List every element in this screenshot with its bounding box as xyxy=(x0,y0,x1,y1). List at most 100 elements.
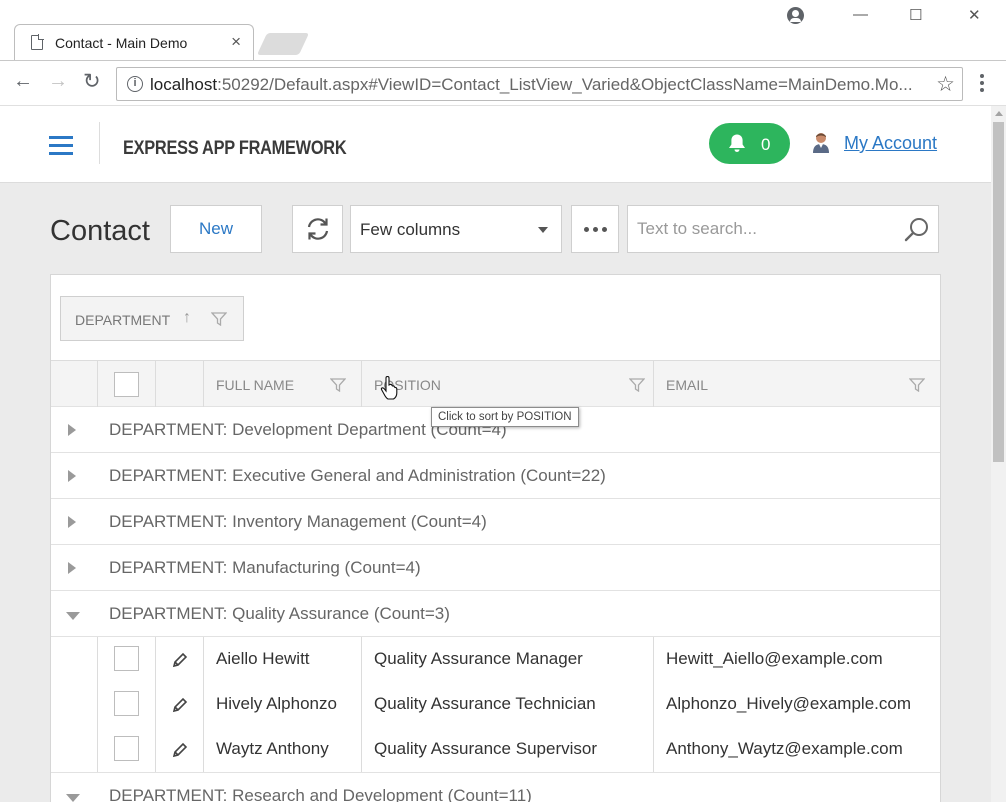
bell-icon xyxy=(729,134,745,152)
table-row[interactable]: Hively Alphonzo Quality Assurance Techni… xyxy=(97,682,940,727)
filter-icon[interactable] xyxy=(909,378,925,392)
my-account-link[interactable]: My Account xyxy=(844,133,937,154)
group-row[interactable]: DEPARTMENT: Quality Assurance (Count=3) xyxy=(51,591,940,637)
group-row-text: DEPARTMENT: Manufacturing (Count=4) xyxy=(109,558,421,577)
chevron-down-icon xyxy=(538,227,548,233)
search-input[interactable] xyxy=(628,206,898,252)
address-bar[interactable]: i localhost:50292/Default.aspx#ViewID=Co… xyxy=(116,67,963,101)
group-panel: DEPARTMENT ↑ xyxy=(51,275,940,361)
sort-ascending-icon: ↑ xyxy=(183,309,191,326)
select-all-cell xyxy=(97,361,155,407)
cell-full-name: Hively Alphonzo xyxy=(203,682,361,727)
app-header: EXPRESS APP FRAMEWORK 0 My Account xyxy=(0,106,991,183)
group-row[interactable]: DEPARTMENT: Inventory Management (Count=… xyxy=(51,499,940,545)
browser-titlebar: Contact - Main Demo × — ☐ ✕ xyxy=(0,0,1006,60)
notifications-count: 0 xyxy=(761,135,771,154)
back-button[interactable]: ← xyxy=(13,70,33,93)
maximize-button[interactable]: ☐ xyxy=(909,6,922,24)
row-select-cell xyxy=(97,637,155,682)
cell-text: Alphonzo_Hively@example.com xyxy=(666,694,911,713)
filter-icon[interactable] xyxy=(330,378,346,392)
new-button[interactable]: New xyxy=(170,205,262,253)
expand-arrow-icon[interactable] xyxy=(68,562,76,574)
filter-icon[interactable] xyxy=(211,312,227,326)
cell-email: Anthony_Waytz@example.com xyxy=(653,727,940,772)
row-checkbox[interactable] xyxy=(114,691,139,716)
cell-text: Quality Assurance Technician xyxy=(374,694,596,713)
expand-arrow-icon[interactable] xyxy=(68,424,76,436)
column-header-position[interactable]: POSITION xyxy=(361,361,653,407)
browser-toolbar: ← → ↻ i localhost:50292/Default.aspx#Vie… xyxy=(0,60,1006,106)
more-actions-button[interactable] xyxy=(571,205,619,253)
group-row[interactable]: DEPARTMENT: Executive General and Admini… xyxy=(51,453,940,499)
column-header-email[interactable]: EMAIL xyxy=(653,361,940,407)
hamburger-menu-icon[interactable] xyxy=(49,136,73,160)
forward-button[interactable]: → xyxy=(48,70,68,93)
user-avatar-icon xyxy=(813,133,829,153)
page-icon xyxy=(31,34,44,50)
row-select-cell xyxy=(97,682,155,727)
cell-position: Quality Assurance Supervisor xyxy=(361,727,653,772)
expand-arrow-icon[interactable] xyxy=(68,470,76,482)
header-divider xyxy=(99,122,100,164)
sort-tooltip: Click to sort by POSITION xyxy=(431,407,579,427)
tab-close-icon[interactable]: × xyxy=(231,32,241,52)
scroll-up-arrow[interactable] xyxy=(995,111,1003,116)
tab-title: Contact - Main Demo xyxy=(55,35,188,51)
minimize-button[interactable]: — xyxy=(853,6,868,23)
table-row[interactable]: Aiello Hewitt Quality Assurance Manager … xyxy=(97,637,940,682)
pencil-icon[interactable] xyxy=(172,652,188,668)
search-icon[interactable] xyxy=(904,217,930,243)
browser-menu-icon[interactable] xyxy=(980,74,984,95)
close-window-button[interactable]: ✕ xyxy=(968,6,981,24)
row-checkbox[interactable] xyxy=(114,736,139,761)
app-viewport: EXPRESS APP FRAMEWORK 0 My Account Conta… xyxy=(0,106,991,802)
cell-position: Quality Assurance Technician xyxy=(361,682,653,727)
column-header-label: EMAIL xyxy=(666,377,709,393)
notifications-button[interactable]: 0 xyxy=(709,123,790,164)
row-checkbox[interactable] xyxy=(114,646,139,671)
cell-text: Anthony_Waytz@example.com xyxy=(666,739,903,758)
group-row-text: DEPARTMENT: Quality Assurance (Count=3) xyxy=(109,604,450,623)
refresh-button[interactable] xyxy=(292,205,343,253)
table-row[interactable]: Waytz Anthony Quality Assurance Supervis… xyxy=(97,727,940,772)
cell-position: Quality Assurance Manager xyxy=(361,637,653,682)
row-edit-cell xyxy=(155,682,203,727)
group-row-text: DEPARTMENT: Inventory Management (Count=… xyxy=(109,512,487,531)
cell-email: Alphonzo_Hively@example.com xyxy=(653,682,940,727)
app-brand: EXPRESS APP FRAMEWORK xyxy=(123,138,347,159)
edit-column-header xyxy=(155,361,203,407)
cell-full-name: Aiello Hewitt xyxy=(203,637,361,682)
url-text[interactable]: localhost:50292/Default.aspx#ViewID=Cont… xyxy=(150,75,925,95)
filter-icon[interactable] xyxy=(629,378,645,392)
collapse-arrow-icon[interactable] xyxy=(66,794,80,802)
cell-email: Hewitt_Aiello@example.com xyxy=(653,637,940,682)
cell-text: Waytz Anthony xyxy=(216,739,329,758)
site-info-icon[interactable]: i xyxy=(127,76,143,92)
select-all-checkbox[interactable] xyxy=(114,372,139,397)
group-chip-department[interactable]: DEPARTMENT ↑ xyxy=(60,296,244,341)
search-box xyxy=(627,205,939,253)
new-tab-button[interactable] xyxy=(256,33,310,55)
grid-header-row: FULL NAME POSITION EMAIL xyxy=(51,361,940,407)
column-header-full-name[interactable]: FULL NAME xyxy=(203,361,361,407)
expand-arrow-icon[interactable] xyxy=(68,516,76,528)
group-row[interactable]: DEPARTMENT: Manufacturing (Count=4) xyxy=(51,545,940,591)
page-scrollbar[interactable] xyxy=(991,106,1006,802)
pencil-icon[interactable] xyxy=(172,697,188,713)
cell-text: Hively Alphonzo xyxy=(216,694,337,713)
group-chip-label: DEPARTMENT xyxy=(75,312,171,328)
group-row[interactable]: DEPARTMENT: Research and Development (Co… xyxy=(51,772,940,802)
bookmark-star-icon[interactable]: ☆ xyxy=(936,72,955,97)
reload-button[interactable]: ↻ xyxy=(83,69,101,94)
pencil-icon[interactable] xyxy=(172,742,188,758)
row-select-cell xyxy=(97,727,155,772)
browser-tab[interactable]: Contact - Main Demo × xyxy=(14,24,254,60)
collapse-arrow-icon[interactable] xyxy=(66,612,80,620)
cell-text: Aiello Hewitt xyxy=(216,649,310,668)
row-edit-cell xyxy=(155,637,203,682)
view-variant-select[interactable]: Few columns xyxy=(350,205,562,253)
scroll-thumb[interactable] xyxy=(993,122,1004,462)
group-row-text: DEPARTMENT: Executive General and Admini… xyxy=(109,466,606,485)
profile-icon[interactable] xyxy=(787,7,804,24)
